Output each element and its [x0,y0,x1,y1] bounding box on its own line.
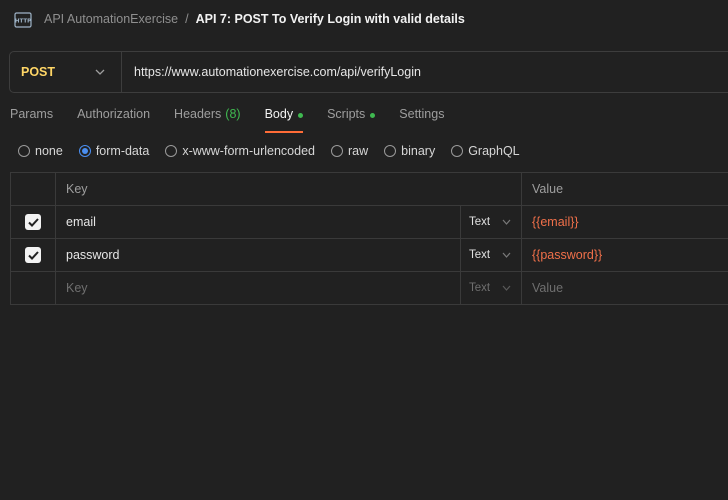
row-checkbox[interactable] [25,214,41,230]
row-check-cell [11,206,56,238]
checkmark-icon [27,217,39,227]
http-icon: HTTP [14,12,32,28]
type-select[interactable]: Text [461,206,522,238]
url-bar: POST https://www.automationexercise.com/… [9,51,728,93]
tab-authorization-label: Authorization [77,107,151,121]
radio-graphql-circle[interactable] [451,145,464,157]
row-checkbox[interactable] [25,247,41,263]
key-field[interactable]: password [56,239,461,271]
tab-headers[interactable]: Headers (8) [174,107,241,133]
tab-settings-label: Settings [399,107,445,121]
key-input-placeholder[interactable]: Key [56,272,461,304]
breadcrumb-collection[interactable]: API AutomationExercise [44,12,178,26]
chevron-down-icon [502,219,511,225]
column-header-key: Key [56,173,522,205]
radio-none[interactable]: none [18,144,63,158]
radio-form-data-circle[interactable] [78,145,91,157]
request-tabs: Params Authorization Headers (8) Body Sc… [10,107,468,133]
headers-count-badge: (8) [225,107,241,121]
breadcrumb-separator: / [185,12,189,26]
svg-text:HTTP: HTTP [15,19,31,25]
checkmark-icon [27,250,39,260]
row-check-cell [11,239,56,271]
body-indicator-dot [298,113,304,118]
table-header-row: Key Value [11,173,728,206]
radio-raw[interactable]: raw [331,144,368,158]
body-type-radio-group: none form-data x-www-form-urlencoded raw… [18,144,536,158]
radio-form-data[interactable]: form-data [78,144,150,158]
radio-none-label: none [35,144,63,158]
tab-headers-label: Headers [174,107,222,121]
value-field[interactable]: {{email}} [522,206,728,238]
chevron-down-icon [502,285,511,291]
radio-form-data-label: form-data [95,144,150,158]
chevron-down-icon [95,69,105,75]
tab-body-label: Body [264,107,294,121]
radio-urlencoded[interactable]: x-www-form-urlencoded [165,144,315,158]
type-label: Text [469,249,491,261]
table-row-new: Key Text Value [11,272,728,305]
row-check-cell [11,272,56,304]
key-field[interactable]: email [56,206,461,238]
radio-binary[interactable]: binary [384,144,435,158]
tab-scripts-label: Scripts [327,107,366,121]
type-select[interactable]: Text [461,239,522,271]
radio-graphql[interactable]: GraphQL [451,144,520,158]
radio-raw-circle[interactable] [331,145,343,157]
tab-authorization[interactable]: Authorization [77,107,150,133]
table-row: password Text {{password}} [11,239,728,272]
type-label: Text [469,216,491,228]
chevron-down-icon [502,252,511,258]
tab-params-label: Params [10,107,54,121]
request-header: HTTP API AutomationExercise / API 7: POS… [0,0,728,40]
header-check-cell [11,173,56,205]
method-select[interactable]: POST [10,52,122,92]
radio-urlencoded-circle[interactable] [165,145,178,157]
scripts-indicator-dot [370,113,376,118]
method-label: POST [21,65,56,79]
radio-none-circle[interactable] [18,145,30,157]
table-row: email Text {{email}} [11,206,728,239]
url-input[interactable]: https://www.automationexercise.com/api/v… [122,52,728,92]
radio-binary-label: binary [401,144,436,158]
radio-raw-label: raw [348,144,369,158]
type-label: Text [469,282,491,294]
request-title[interactable]: API 7: POST To Verify Login with valid d… [196,12,465,26]
column-header-value: Value [522,173,728,205]
tab-scripts[interactable]: Scripts [327,107,376,133]
radio-binary-circle[interactable] [384,145,397,157]
radio-graphql-label: GraphQL [468,144,520,158]
value-input-placeholder[interactable]: Value [522,272,728,304]
radio-urlencoded-label: x-www-form-urlencoded [182,144,315,158]
form-data-table: Key Value email Text {{email}} password … [10,172,728,305]
breadcrumb: API AutomationExercise / API 7: POST To … [44,12,465,26]
value-field[interactable]: {{password}} [522,239,728,271]
tab-params[interactable]: Params [10,107,53,133]
tab-body[interactable]: Body [264,107,304,133]
tab-settings[interactable]: Settings [399,107,444,133]
type-select[interactable]: Text [461,272,522,304]
